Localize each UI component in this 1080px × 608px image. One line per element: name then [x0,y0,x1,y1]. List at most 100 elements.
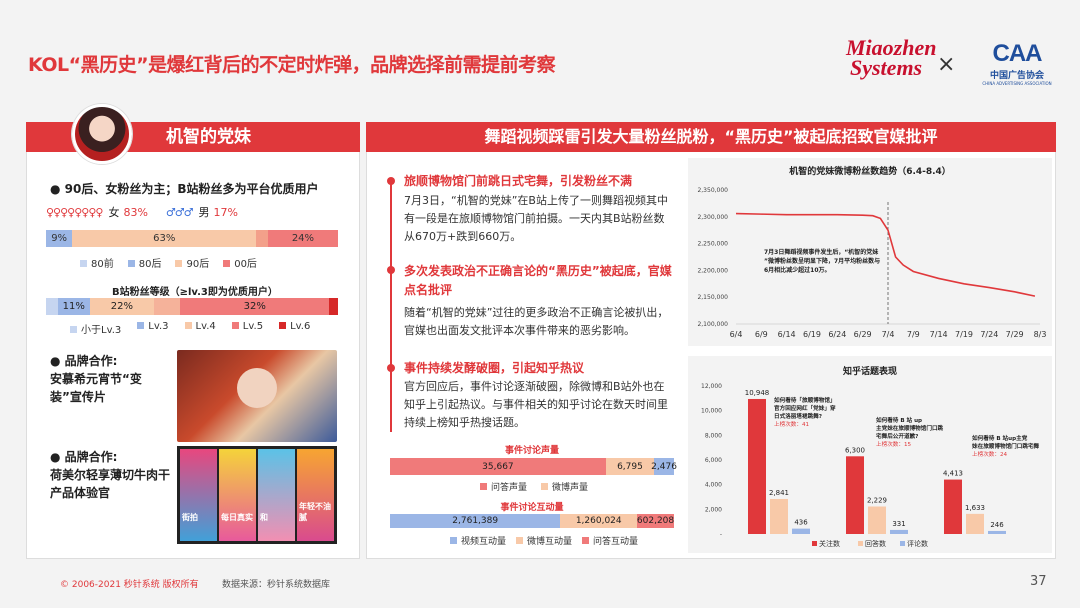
legend-label: 回答数 [865,539,886,548]
interact-chart-title: 事件讨论互动量 [500,503,564,513]
fans-trend-chart: 机智的党妹微博粉丝数趋势（6.4-8.4） 2,100,000 2,150,000 2… [688,158,1052,346]
interact-legend: 视频互动量 微博互动量 问答互动量 [450,534,638,547]
legend-swatch [858,541,863,546]
bar-value-label: 4,413 [943,470,963,478]
voice-seg-qa: 35,667 [390,458,606,475]
zhihu-chart: 知乎话题表现 - 2,000 4,000 6,000 8,000 10,000 12,000 1… [688,356,1052,553]
miaozhen-logo: Miaozhen Systems [846,35,937,80]
bar-value-label: 6,300 [845,446,865,454]
zhihu-bar [792,528,810,534]
x-tick-label: 6/4 [730,330,743,339]
voice-seg-weibo: 6,795 [605,458,655,475]
timeline-dot-2 [387,266,395,274]
y-tick-label: 2,200,000 [697,267,728,274]
age-bar: 9% 63% 24% [46,230,338,247]
sec3-title: 事件持续发酵破圈，引起知乎热议 [404,361,585,375]
coop2-label: ● 品牌合作: [50,450,118,464]
page-number: 37 [1030,574,1047,589]
y-tick-label: 10,000 [701,408,722,415]
male-icon: ♂♂♂ [165,205,194,219]
level-seg-lv5: 32% [180,298,330,315]
x-tick-label: 6/29 [854,330,872,339]
caa-logo: CAA 中国广告协会 CHINA ADVERTISING ASSOCIATION [982,40,1052,86]
coop1-video-image [177,350,337,442]
bar-value-label: 10,948 [745,389,770,397]
age-seg-80after: 63% [72,230,257,247]
y-tick-label: 2,300,000 [697,214,728,221]
zhihu-question: 如何看待 B 站 up 主党妹在旅顺博物馆门口跳宅舞后公开道歉? [876,416,944,440]
zhihu-bar [966,513,984,534]
female-icon: ♀♀♀♀♀♀♀♀ [46,205,103,219]
footer-copyright: © 2006-2021 秒针系统 版权所有 [60,580,199,590]
level-legend: 小于Lv.3 Lv.3 Lv.4 Lv.5 Lv.6 [70,321,310,336]
event-header: 舞蹈视频踩雷引发大量粉丝脱粉，“黑历史”被起底招致官媒批评 [366,122,1056,152]
interact-seg-video: 2,761,389 [390,514,561,528]
zhihu-bar [770,498,788,534]
zhihu-bar [868,506,886,534]
sec1-title: 旅顺博物馆门前跳日式宅舞，引发粉丝不满 [404,174,633,188]
voice-chart-title: 事件讨论声量 [504,446,559,456]
level-bar: 11% 22% 32% [46,298,338,315]
coop1-label: ● 品牌合作: [50,354,118,368]
page-title: KOL“黑历史”是爆红背后的不定时炸弹，品牌选择前需提前考察 [28,54,556,76]
zhihu-question: 如何看待 B 站up主党妹在旅顺博物馆门口跳宅舞 [971,434,1040,450]
voice-bar: 35,667 6,795 2,476 [390,458,677,475]
zhihu-bar [988,530,1006,534]
bar-value-label: 436 [794,519,808,527]
x-tick-label: 7/24 [980,330,998,339]
legend-swatch [812,541,817,546]
timeline-dot-3 [387,364,395,372]
avatar [72,104,132,164]
zhihu-question: 如何看待「旅顺博物馆」官方回应网红「党妹」穿日式洛丽塔裙跳舞? [774,396,836,420]
x-tick-label: 8/3 [1034,330,1047,339]
gender-row: ♀♀♀♀♀♀♀♀ 女 83% ♂♂♂ 男 17% [46,205,238,220]
footer-source: 数据来源：秒针系统数据库 [222,580,331,590]
age-seg-90after [256,230,268,247]
cross-icon: × [937,52,956,77]
coop2-text: 荷美尔轻享薄切牛肉干产品体验官 [50,468,171,500]
y-tick-label: 8,000 [705,432,722,439]
y-tick-label: - [720,531,722,538]
zhihu-bar [846,456,864,534]
y-tick-label: 2,350,000 [697,187,728,194]
sec3-body: 官方回应后，事件讨论逐渐破圈，除微博和B站外也在知乎上引起热议。与事件相关的知乎… [404,380,668,429]
interact-seg-qa: 602,208 [636,514,675,528]
level-seg-lv4b [154,298,181,315]
bar-value-label: 246 [990,521,1004,529]
x-tick-label: 7/4 [882,330,895,339]
y-tick-label: 12,000 [701,383,722,390]
age-seg-00after: 24% [267,230,338,247]
line-annotation: 7月3日舞蹈视频事件发生后，“机智的党妹”微博粉丝数呈明显下降，7月平均粉丝数与… [764,248,880,274]
bar-value-label: 2,841 [769,489,789,497]
x-tick-label: 7/14 [930,330,948,339]
x-tick-label: 7/29 [1006,330,1024,339]
level-heading: B站粉丝等级（≥lv.3即为优质用户） [112,287,278,298]
y-tick-label: 6,000 [705,457,722,464]
age-legend: 80前 80后 90后 00后 [80,255,257,270]
y-tick-label: 2,000 [705,506,722,513]
timeline-line [390,182,392,432]
level-seg-lv3: 11% [57,298,90,315]
interact-bar: 2,761,389 1,260,024 602,208 [390,514,674,528]
timeline-dot-1 [387,177,395,185]
x-tick-label: 6/14 [778,330,796,339]
zhihu-bar [748,398,766,534]
sec2-title: 多次发表政治不正确言论的“黑历史”被起底，官媒点名批评 [404,264,672,297]
y-tick-label: 2,250,000 [697,241,728,248]
bar-value-label: 331 [892,520,905,528]
coop2-promo-image: 街拍 每日真实 和 年轻不油腻 [177,446,337,544]
y-tick-label: 2,150,000 [697,294,728,301]
zhihu-rank: 上榜次数：15 [876,440,912,448]
level-seg-below3 [46,298,58,315]
interact-seg-weibo: 1,260,024 [560,514,638,528]
level-seg-lv4: 22% [89,298,155,315]
zhihu-rank: 上榜次数：41 [774,420,810,428]
sec2-body: 随着“机智的党妹”过往的更多政治不正确言论被扒出，官媒也出面发文批评本次事件带来… [404,306,669,337]
x-tick-label: 6/24 [828,330,846,339]
x-tick-label: 7/9 [907,330,920,339]
x-tick-label: 6/19 [803,330,821,339]
x-tick-label: 7/19 [955,330,973,339]
y-tick-label: 4,000 [705,482,722,489]
zhihu-bar [944,479,962,534]
legend-label: 评论数 [907,539,928,548]
